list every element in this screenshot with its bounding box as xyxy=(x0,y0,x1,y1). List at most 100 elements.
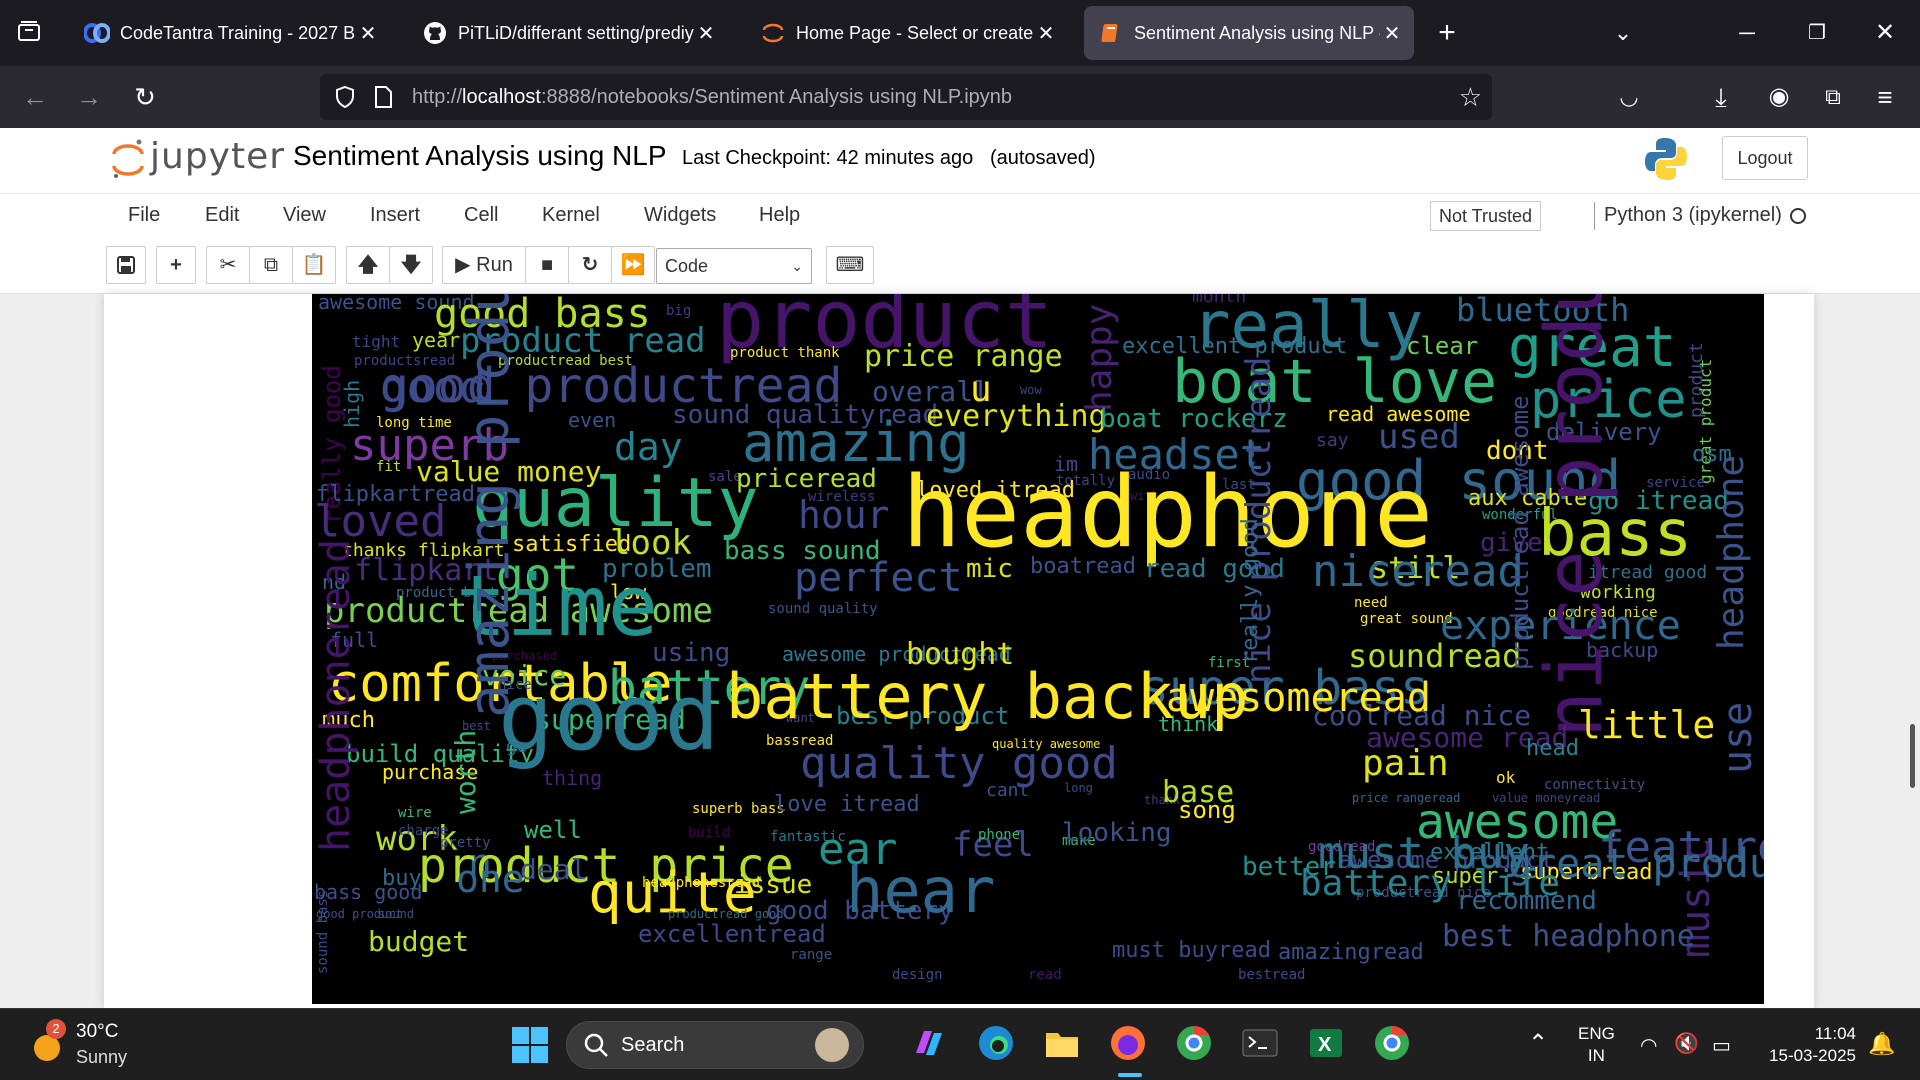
wordcloud-word: sound quality xyxy=(768,601,878,617)
pocket-icon[interactable]: ◡ xyxy=(1612,80,1646,114)
wordcloud-word: perfect xyxy=(794,555,963,601)
jupyter-logo-icon[interactable] xyxy=(110,136,146,187)
menu-view[interactable]: View xyxy=(283,204,326,227)
save-icon xyxy=(117,256,135,274)
copilot-icon[interactable] xyxy=(908,1023,952,1067)
language-indicator[interactable]: ENG IN xyxy=(1578,1023,1615,1067)
notebook-menu-bar: File Edit View Insert Cell Kernel Widget… xyxy=(0,194,1920,238)
copy-button[interactable]: ⧉ xyxy=(249,246,293,284)
address-bar[interactable]: http://localhost:8888/notebooks/Sentimen… xyxy=(320,74,1492,120)
close-icon[interactable]: ✕ xyxy=(1380,21,1404,46)
notebook-icon xyxy=(1098,20,1124,46)
cell-type-select[interactable]: Code ⌄ xyxy=(656,248,812,284)
tab-codetantra[interactable]: CodeTantra Training - 2027 Batc ✕ xyxy=(70,6,390,60)
tab-title: Sentiment Analysis using NLP - xyxy=(1134,22,1380,43)
bookmark-star-icon[interactable]: ☆ xyxy=(1459,82,1482,113)
paste-button[interactable]: 📋 xyxy=(292,246,336,284)
menu-kernel[interactable]: Kernel xyxy=(542,204,600,227)
jupyter-logo-text[interactable]: jupyter xyxy=(150,136,285,177)
wordcloud-word: ok xyxy=(1496,768,1516,787)
back-button[interactable]: ← xyxy=(18,80,52,114)
svg-text:X: X xyxy=(1318,1034,1332,1056)
move-up-button[interactable]: 🡅 xyxy=(346,246,390,284)
restart-run-all-button[interactable]: ⏩ xyxy=(611,246,655,284)
wordcloud-word: boatread xyxy=(1030,554,1136,579)
wordcloud-word: love itread xyxy=(774,792,920,817)
weather-temperature[interactable]: 30°C xyxy=(76,1021,118,1043)
tab-overview-icon[interactable] xyxy=(12,16,46,50)
save-button[interactable] xyxy=(106,246,146,284)
download-icon[interactable]: ⤓ xyxy=(1704,80,1738,114)
tab-list-chevron-icon[interactable]: ⌄ xyxy=(1606,16,1640,50)
terminal-icon[interactable] xyxy=(1240,1023,1284,1067)
menu-icon[interactable]: ≡ xyxy=(1868,80,1902,114)
volume-mute-icon[interactable]: 🔇 xyxy=(1674,1031,1699,1056)
tab-github[interactable]: PiTLiD/differant setting/prediy7 ✕ xyxy=(408,6,728,60)
reload-button[interactable]: ↻ xyxy=(128,80,162,114)
chrome-profile-icon[interactable] xyxy=(1372,1023,1416,1067)
wordcloud-word: mic xyxy=(966,554,1013,584)
menu-help[interactable]: Help xyxy=(759,204,800,227)
wordcloud-word: little xyxy=(1578,703,1716,747)
menu-cell[interactable]: Cell xyxy=(464,204,498,227)
codetantra-icon xyxy=(84,20,110,46)
scrollbar-thumb[interactable] xyxy=(1910,724,1915,788)
menu-insert[interactable]: Insert xyxy=(370,204,420,227)
wordcloud-word: worth xyxy=(449,729,482,814)
notebook-title[interactable]: Sentiment Analysis using NLP xyxy=(293,140,667,172)
shield-icon[interactable] xyxy=(332,84,358,115)
url-text[interactable]: http://localhost:8888/notebooks/Sentimen… xyxy=(412,86,1012,109)
minimize-button[interactable]: ─ xyxy=(1730,16,1764,50)
move-down-button[interactable]: 🡇 xyxy=(389,246,433,284)
tab-title: CodeTantra Training - 2027 Batc xyxy=(120,22,356,43)
menu-widgets[interactable]: Widgets xyxy=(644,204,716,227)
tab-sentiment-notebook[interactable]: Sentiment Analysis using NLP - ✕ xyxy=(1084,6,1414,60)
restore-button[interactable]: ❐ xyxy=(1800,16,1834,50)
python-logo-icon xyxy=(1644,136,1688,187)
wifi-icon[interactable]: ◠ xyxy=(1640,1033,1657,1058)
kernel-name[interactable]: Python 3 (ipykernel) xyxy=(1604,204,1782,227)
menu-file[interactable]: File xyxy=(128,204,160,227)
excel-icon[interactable]: X xyxy=(1306,1023,1350,1067)
command-palette-button[interactable]: ⌨ xyxy=(826,246,874,284)
system-clock[interactable]: 11:04 15-03-2025 xyxy=(1760,1023,1856,1067)
firefox-icon[interactable] xyxy=(1108,1023,1152,1067)
show-hidden-icons-chevron-icon[interactable]: ⌃ xyxy=(1528,1029,1548,1058)
wordcloud-word: fit xyxy=(376,459,402,475)
interrupt-button[interactable]: ■ xyxy=(525,246,569,284)
edge-icon[interactable] xyxy=(976,1023,1020,1067)
account-icon[interactable]: ◉ xyxy=(1762,80,1796,114)
forward-button[interactable]: → xyxy=(72,80,106,114)
kernel-idle-indicator-icon xyxy=(1790,208,1806,224)
chevron-down-icon: ⌄ xyxy=(791,258,803,274)
wordcloud-word: deal xyxy=(520,853,588,886)
close-icon[interactable]: ✕ xyxy=(694,21,718,46)
notifications-bell-icon[interactable]: 🔔 xyxy=(1868,1031,1895,1057)
wordcloud-word: looking xyxy=(1062,818,1172,848)
close-window-button[interactable]: ✕ xyxy=(1868,16,1902,50)
wordcloud-image: awesome sound good bass big product mont… xyxy=(312,294,1764,1004)
run-button[interactable]: ▶ Run xyxy=(442,246,526,284)
trust-status-button[interactable]: Not Trusted xyxy=(1430,201,1542,231)
insert-cell-button[interactable]: + xyxy=(156,246,196,284)
new-tab-button[interactable]: + xyxy=(1430,16,1464,50)
page-info-icon[interactable] xyxy=(372,85,394,114)
logout-button[interactable]: Logout xyxy=(1722,136,1808,180)
wordcloud-word: phone xyxy=(978,827,1021,843)
file-explorer-icon[interactable] xyxy=(1042,1023,1086,1067)
weather-description[interactable]: Sunny xyxy=(76,1047,127,1068)
taskbar-search-box[interactable]: Search xyxy=(566,1021,864,1069)
cut-button[interactable]: ✂ xyxy=(206,246,250,284)
extensions-icon[interactable]: ⧉ xyxy=(1816,80,1850,114)
tab-jupyter-home[interactable]: Home Page - Select or create a ✕ xyxy=(746,6,1068,60)
restart-button[interactable]: ↻ xyxy=(568,246,612,284)
wordcloud-word: really good xyxy=(1238,518,1263,664)
windows-start-icon[interactable] xyxy=(508,1023,552,1067)
menu-edit[interactable]: Edit xyxy=(205,204,239,227)
close-icon[interactable]: ✕ xyxy=(1034,21,1058,46)
run-icon: ▶ xyxy=(455,254,471,276)
chrome-icon[interactable] xyxy=(1174,1023,1218,1067)
windows-taskbar: 2 30°C Sunny Search X ⌃ ENG IN ◠ 🔇 ▭ 11:0… xyxy=(0,1008,1920,1080)
battery-icon[interactable]: ▭ xyxy=(1712,1033,1731,1058)
close-icon[interactable]: ✕ xyxy=(356,21,380,46)
